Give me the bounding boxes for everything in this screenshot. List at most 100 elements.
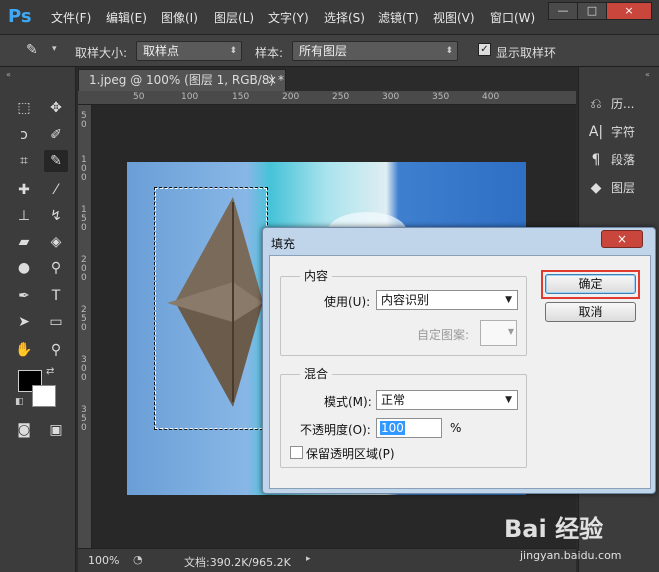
- eyedropper-icon[interactable]: ✎: [26, 42, 38, 58]
- panel-character[interactable]: A| 字符: [587, 121, 635, 143]
- quick-select-tool-icon[interactable]: ✐: [44, 124, 68, 146]
- background-color-swatch[interactable]: [32, 385, 56, 407]
- history-brush-tool-icon[interactable]: ↯: [44, 205, 68, 227]
- dropdown-arrow-icon: ▼: [505, 395, 512, 405]
- tool-preset-dropdown-icon[interactable]: ▾: [52, 44, 57, 54]
- cancel-button[interactable]: 取消: [545, 302, 636, 322]
- marquee-tool-icon[interactable]: ⬚: [12, 97, 36, 119]
- menu-select[interactable]: 选择(S): [324, 9, 365, 26]
- menu-window[interactable]: 窗口(W): [490, 9, 535, 26]
- preserve-transparency-checkbox[interactable]: [290, 446, 303, 459]
- options-bar: ✎ ▾ 取样大小: 取样点 ⬍ 样本: 所有图层 ⬍ 显示取样环: [0, 35, 659, 67]
- panel-layers-label: 图层: [611, 181, 636, 195]
- document-tab-title: 1.jpeg @ 100% (图层 1, RGB/8) *: [89, 73, 284, 87]
- ruler-tick-label: 0: [81, 373, 87, 383]
- lasso-tool-icon[interactable]: ↄ: [12, 124, 36, 146]
- panel-paragraph[interactable]: ¶ 段落: [587, 149, 635, 171]
- panel-history[interactable]: ⎌ 历...: [587, 93, 634, 115]
- dropdown-arrow-icon: ▼: [505, 295, 512, 305]
- status-expand-icon[interactable]: ▸: [306, 554, 311, 564]
- default-colors-icon[interactable]: ◧: [15, 397, 24, 407]
- ruler-tick-label: 0: [81, 223, 87, 233]
- eyedropper-tool-icon[interactable]: ✎: [44, 150, 68, 172]
- menu-type[interactable]: 文字(Y): [268, 9, 309, 26]
- zoom-tool-icon[interactable]: ⚲: [44, 339, 68, 361]
- close-window-button[interactable]: ×: [606, 2, 652, 20]
- tools-panel: « ⬚ ✥ ↄ ✐ ⌗ ✎ ✚ ⁄ ⊥ ↯ ▰ ◈ ● ⚲ ✒ T ➤ ▭ ✋ …: [0, 67, 76, 572]
- mode-select[interactable]: 正常 ▼: [376, 390, 518, 410]
- type-tool-icon[interactable]: T: [44, 285, 68, 307]
- document-tab[interactable]: 1.jpeg @ 100% (图层 1, RGB/8) * ×: [78, 69, 286, 91]
- zoom-level[interactable]: 100%: [88, 554, 119, 567]
- ruler-tick-label: 350: [432, 92, 450, 102]
- opacity-value: 100: [380, 421, 405, 435]
- expand-panels-icon[interactable]: «: [645, 70, 650, 79]
- panel-character-label: 字符: [611, 125, 636, 139]
- ruler-tick-label: 0: [81, 120, 87, 130]
- maximize-button[interactable]: □: [577, 2, 607, 20]
- vertical-ruler: 5 0 1 0 0 1 5 0 2 0 0 2 5 0 3 0 0 3 5 0: [78, 105, 92, 548]
- screen-mode-icon[interactable]: ▣: [44, 419, 68, 441]
- marquee-selection[interactable]: [154, 187, 268, 430]
- document-size: 文档:390.2K/965.2K: [184, 556, 291, 569]
- move-tool-icon[interactable]: ✥: [44, 97, 68, 119]
- baidu-logo: Bai 经验: [504, 515, 604, 543]
- menu-filter[interactable]: 滤镜(T): [378, 9, 419, 26]
- use-select[interactable]: 内容识别 ▼: [376, 290, 518, 310]
- use-label: 使用(U):: [324, 295, 371, 309]
- brush-tool-icon[interactable]: ⁄: [44, 179, 68, 201]
- sample-select[interactable]: 所有图层 ⬍: [292, 41, 458, 61]
- sample-value: 所有图层: [299, 44, 348, 58]
- opacity-unit: %: [450, 421, 462, 435]
- close-tab-icon[interactable]: ×: [267, 70, 277, 90]
- ruler-tick-label: 100: [181, 92, 199, 102]
- ruler-tick-label: 0: [81, 323, 87, 333]
- watermark-url: jingyan.baidu.com: [520, 549, 622, 562]
- dropdown-arrow-icon: ▼: [507, 327, 514, 336]
- history-icon: ⎌: [590, 96, 602, 112]
- baidu-watermark: Bai 经验 jingyan.baidu.com: [500, 505, 656, 569]
- panel-paragraph-label: 段落: [611, 153, 636, 167]
- hand-tool-icon[interactable]: ✋: [12, 339, 36, 361]
- paragraph-icon: ¶: [591, 152, 601, 168]
- rectangle-tool-icon[interactable]: ▭: [44, 311, 68, 333]
- horizontal-ruler: 50 100 150 200 250 300 350 400: [78, 91, 576, 105]
- menu-image[interactable]: 图像(I): [161, 9, 198, 26]
- eraser-tool-icon[interactable]: ▰: [12, 231, 36, 253]
- status-menu-icon[interactable]: ◔: [133, 553, 143, 566]
- photoshop-logo: Ps: [8, 6, 32, 27]
- opacity-label: 不透明度(O):: [300, 423, 371, 437]
- minimize-button[interactable]: —: [548, 2, 578, 20]
- sample-size-select[interactable]: 取样点 ⬍: [136, 41, 242, 61]
- blur-tool-icon[interactable]: ●: [12, 257, 36, 279]
- quick-mask-icon[interactable]: ◙: [12, 419, 36, 441]
- ruler-tick-label: 300: [382, 92, 400, 102]
- paint-bucket-tool-icon[interactable]: ◈: [44, 231, 68, 253]
- dialog-title: 填充: [271, 237, 296, 251]
- healing-brush-tool-icon[interactable]: ✚: [12, 179, 36, 201]
- ruler-tick-label: 200: [282, 92, 300, 102]
- crop-tool-icon[interactable]: ⌗: [12, 150, 36, 172]
- pen-tool-icon[interactable]: ✒: [12, 285, 36, 307]
- ruler-tick-label: 250: [332, 92, 350, 102]
- ok-button[interactable]: 确定: [545, 274, 636, 294]
- path-selection-tool-icon[interactable]: ➤: [12, 311, 36, 333]
- use-value: 内容识别: [381, 293, 430, 307]
- menu-file[interactable]: 文件(F): [51, 9, 91, 26]
- collapse-icon[interactable]: «: [6, 70, 11, 79]
- dodge-tool-icon[interactable]: ⚲: [44, 257, 68, 279]
- menu-layer[interactable]: 图层(L): [214, 9, 254, 26]
- opacity-input[interactable]: 100: [376, 418, 442, 438]
- menu-edit[interactable]: 编辑(E): [106, 9, 147, 26]
- clone-stamp-tool-icon[interactable]: ⊥: [12, 205, 36, 227]
- menu-bar: Ps 文件(F) 编辑(E) 图像(I) 图层(L) 文字(Y) 选择(S) 滤…: [0, 0, 659, 35]
- custom-pattern-swatch: ▼: [480, 320, 517, 346]
- swap-colors-icon[interactable]: ⇄: [46, 366, 54, 377]
- show-ring-checkbox[interactable]: ✓: [478, 43, 491, 56]
- panel-layers[interactable]: ◆ 图层: [587, 177, 635, 199]
- layers-icon: ◆: [590, 180, 602, 196]
- dialog-close-button[interactable]: ×: [601, 230, 643, 248]
- ruler-tick-label: 0: [81, 423, 87, 433]
- mode-value: 正常: [381, 393, 406, 407]
- menu-view[interactable]: 视图(V): [433, 9, 475, 26]
